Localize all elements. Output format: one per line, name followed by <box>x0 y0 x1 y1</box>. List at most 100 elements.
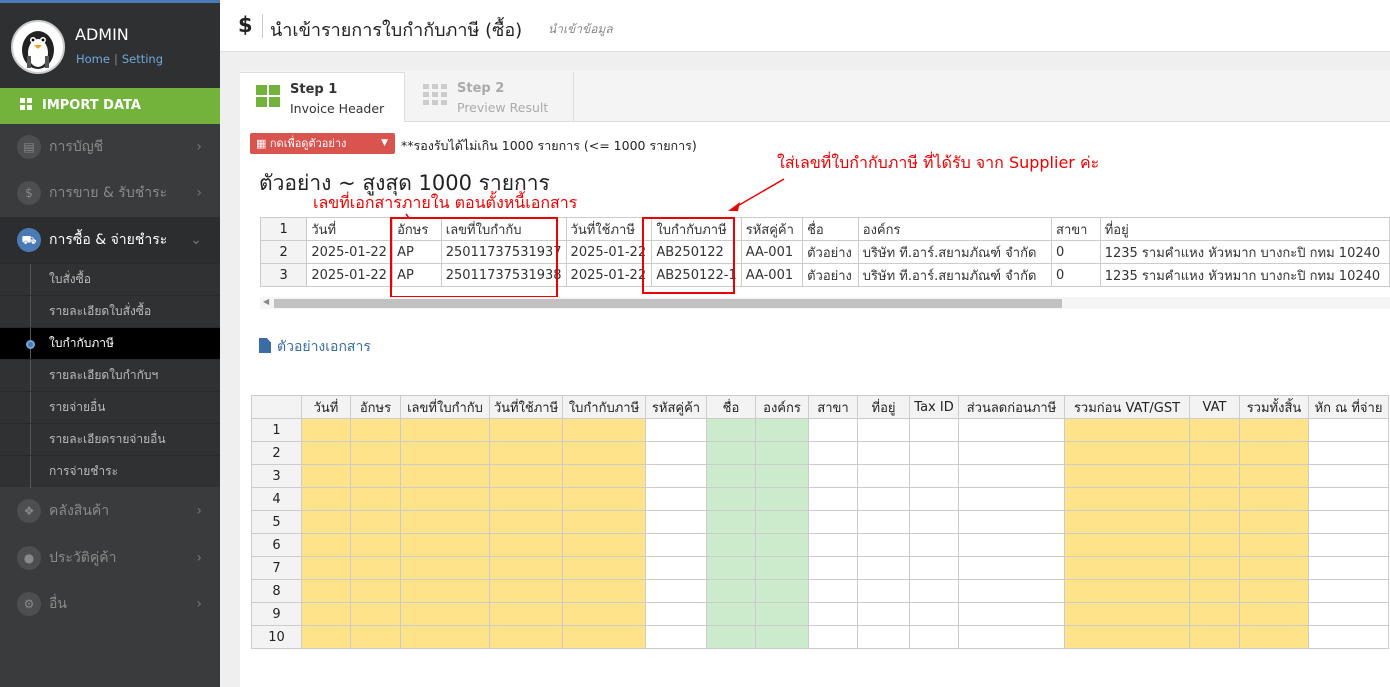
grid-cell[interactable] <box>562 441 646 465</box>
grid-cell[interactable] <box>1189 579 1240 603</box>
grid-cell[interactable] <box>645 625 707 649</box>
grid-cell[interactable] <box>1064 441 1190 465</box>
submenu-other-expense[interactable]: รายจ่ายอื่น <box>0 391 220 424</box>
grid-header-cell[interactable]: ส่วนลดก่อนภาษี <box>958 395 1065 419</box>
grid-cell[interactable] <box>400 625 490 649</box>
tab-step-1[interactable]: Step 1 Invoice Header <box>240 72 405 122</box>
grid-cell[interactable] <box>562 579 646 603</box>
grid-cell[interactable] <box>909 418 959 442</box>
grid-cell[interactable] <box>706 487 756 511</box>
grid-cell[interactable] <box>909 510 959 534</box>
submenu-tax-invoice[interactable]: ใบกำกับภาษี <box>0 327 220 360</box>
grid-cell[interactable] <box>350 464 401 488</box>
grid-cell[interactable] <box>857 418 910 442</box>
grid-cell[interactable] <box>755 418 809 442</box>
grid-cell[interactable] <box>706 510 756 534</box>
grid-cell[interactable] <box>1239 510 1309 534</box>
grid-cell[interactable] <box>706 556 756 580</box>
grid-header-cell[interactable]: วันที่ใช้ภาษี <box>489 395 563 419</box>
grid-cell[interactable] <box>808 625 858 649</box>
grid-header-cell[interactable]: ที่อยู่ <box>857 395 910 419</box>
grid-cell[interactable] <box>1064 556 1190 580</box>
grid-cell[interactable] <box>489 464 563 488</box>
grid-cell[interactable] <box>755 625 809 649</box>
scroll-left-icon[interactable]: ◀ <box>263 297 269 306</box>
table-cell[interactable]: 1235 รามคำแหง หัวหมาก บางกะปิ กทม 10240 <box>1099 263 1390 287</box>
grid-cell[interactable] <box>489 602 563 626</box>
grid-cell[interactable] <box>857 579 910 603</box>
table-cell[interactable]: AA-001 <box>740 240 804 264</box>
grid-cell[interactable] <box>1308 441 1389 465</box>
example-dropdown-button[interactable]: ▦ กดเพื่อดูตัวอย่าง ▼ <box>250 133 395 154</box>
grid-cell[interactable] <box>400 510 490 534</box>
menu-import-data[interactable]: IMPORT DATA <box>0 88 220 124</box>
grid-cell[interactable] <box>1308 418 1389 442</box>
grid-cell[interactable] <box>1064 579 1190 603</box>
grid-cell[interactable] <box>1189 602 1240 626</box>
grid-cell[interactable] <box>400 533 490 557</box>
grid-cell[interactable] <box>562 602 646 626</box>
grid-cell[interactable] <box>958 487 1065 511</box>
grid-cell[interactable] <box>755 487 809 511</box>
grid-cell[interactable] <box>301 510 351 534</box>
grid-cell[interactable] <box>489 579 563 603</box>
grid-cell[interactable] <box>808 510 858 534</box>
table-cell[interactable]: AA-001 <box>740 263 804 287</box>
grid-cell[interactable] <box>958 556 1065 580</box>
table-cell[interactable]: บริษัท ที.อาร์.สยามภัณฑ์ จำกัด <box>857 263 1053 287</box>
table-cell[interactable]: 1235 รามคำแหง หัวหมาก บางกะปิ กทม 10240 <box>1099 240 1390 264</box>
table-cell[interactable]: ตัวอย่าง <box>802 263 859 287</box>
grid-cell[interactable] <box>350 441 401 465</box>
grid-cell[interactable] <box>1308 602 1389 626</box>
grid-header-cell[interactable]: ใบกำกับภาษี <box>562 395 646 419</box>
grid-cell[interactable] <box>909 464 959 488</box>
grid-cell[interactable] <box>1239 418 1309 442</box>
grid-header-cell[interactable]: รวมทั้งสิ้น <box>1239 395 1309 419</box>
grid-header-cell[interactable]: รวมก่อน VAT/GST <box>1064 395 1190 419</box>
grid-cell[interactable] <box>301 602 351 626</box>
home-link[interactable]: Home <box>76 52 110 66</box>
grid-cell[interactable] <box>808 441 858 465</box>
grid-cell[interactable] <box>645 533 707 557</box>
grid-cell[interactable] <box>808 556 858 580</box>
table-cell[interactable]: ตัวอย่าง <box>802 240 859 264</box>
grid-cell[interactable] <box>400 464 490 488</box>
grid-cell[interactable] <box>350 556 401 580</box>
submenu-purchase-order-detail[interactable]: รายละเอียดใบสั่งซื้อ <box>0 295 220 328</box>
grid-cell[interactable] <box>808 418 858 442</box>
grid-cell[interactable] <box>1308 556 1389 580</box>
grid-cell[interactable] <box>909 487 959 511</box>
grid-cell[interactable] <box>1064 487 1190 511</box>
grid-cell[interactable] <box>958 625 1065 649</box>
grid-cell[interactable] <box>301 418 351 442</box>
grid-cell[interactable] <box>1239 625 1309 649</box>
menu-sales[interactable]: $ การขาย & รับชำระ › <box>0 170 220 216</box>
grid-cell[interactable] <box>1064 625 1190 649</box>
grid-cell[interactable] <box>909 556 959 580</box>
grid-cell[interactable] <box>400 441 490 465</box>
grid-cell[interactable] <box>958 464 1065 488</box>
grid-cell[interactable] <box>1064 602 1190 626</box>
grid-cell[interactable] <box>350 625 401 649</box>
grid-cell[interactable] <box>755 510 809 534</box>
grid-cell[interactable] <box>857 464 910 488</box>
table-cell[interactable]: สาขา <box>1051 217 1101 241</box>
grid-cell[interactable] <box>755 579 809 603</box>
grid-cell[interactable] <box>1189 441 1240 465</box>
grid-cell[interactable] <box>645 556 707 580</box>
table-cell[interactable]: 2025-01-22 <box>565 263 653 287</box>
grid-cell[interactable] <box>1239 441 1309 465</box>
grid-cell[interactable] <box>706 441 756 465</box>
grid-cell[interactable] <box>400 602 490 626</box>
grid-cell[interactable] <box>1064 510 1190 534</box>
grid-cell[interactable] <box>1308 625 1389 649</box>
grid-cell[interactable] <box>958 579 1065 603</box>
grid-cell[interactable] <box>857 625 910 649</box>
grid-cell[interactable] <box>645 487 707 511</box>
grid-cell[interactable] <box>909 533 959 557</box>
grid-cell[interactable] <box>808 464 858 488</box>
tab-step-2[interactable]: Step 2 Preview Result <box>407 72 574 122</box>
grid-cell[interactable] <box>755 556 809 580</box>
grid-cell[interactable] <box>562 418 646 442</box>
grid-cell[interactable] <box>562 464 646 488</box>
